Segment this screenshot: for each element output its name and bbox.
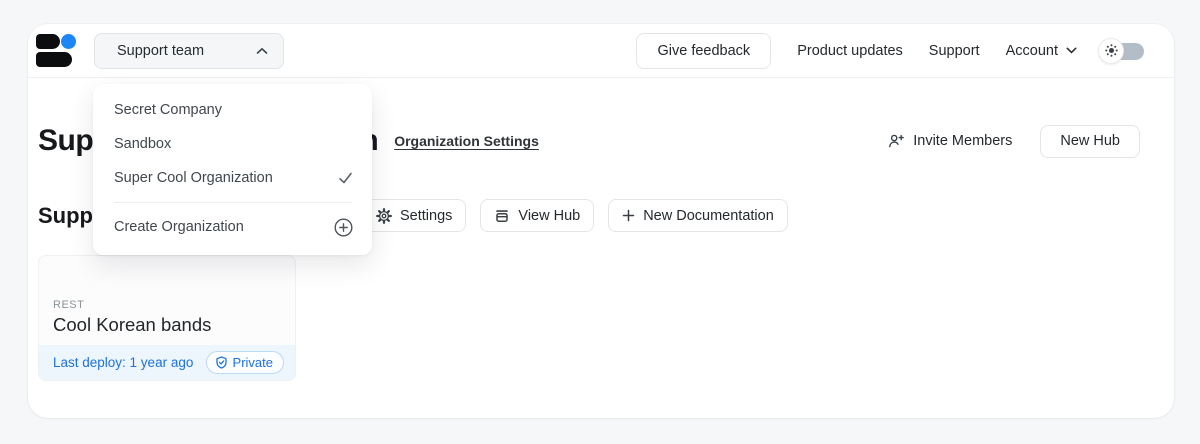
team-selector-label: Support team [117, 43, 204, 59]
hub-icon [494, 208, 510, 224]
give-feedback-label: Give feedback [657, 43, 750, 59]
new-documentation-label: New Documentation [643, 208, 774, 224]
dropdown-divider [114, 202, 352, 203]
project-name: Cool Korean bands [53, 314, 281, 336]
org-menu-item-super-cool-organization[interactable]: Super Cool Organization [93, 161, 372, 195]
private-badge: Private [206, 351, 284, 374]
create-organization-item[interactable]: Create Organization [93, 207, 372, 247]
org-menu-item-label: Secret Company [114, 102, 222, 118]
project-card[interactable]: REST Cool Korean bands Last deploy: 1 ye… [38, 255, 296, 381]
org-menu-item-label: Sandbox [114, 136, 171, 152]
gear-icon [376, 208, 392, 224]
org-menu-item-secret-company[interactable]: Secret Company [93, 93, 372, 127]
project-card-body: REST Cool Korean bands [39, 256, 295, 345]
chevron-up-icon [256, 47, 268, 55]
invite-members-button[interactable]: Invite Members [888, 133, 1012, 149]
nav-link-support[interactable]: Support [929, 43, 980, 59]
create-organization-label: Create Organization [114, 219, 244, 235]
sun-icon [1105, 44, 1118, 57]
person-plus-icon [888, 133, 905, 149]
chevron-down-icon [1066, 47, 1077, 54]
org-menu-item-sandbox[interactable]: Sandbox [93, 127, 372, 161]
app-logo[interactable] [36, 34, 77, 67]
account-menu[interactable]: Account [1006, 43, 1077, 59]
settings-label: Settings [400, 208, 452, 224]
view-hub-label: View Hub [518, 208, 580, 224]
organization-settings-link[interactable]: Organization Settings [394, 133, 539, 149]
view-hub-button[interactable]: View Hub [480, 199, 594, 232]
new-hub-label: New Hub [1060, 133, 1120, 149]
logo-black-block-bottom [36, 52, 72, 67]
nav-link-product-updates[interactable]: Product updates [797, 43, 903, 59]
logo-black-block-top [36, 34, 60, 49]
shield-check-icon [215, 356, 228, 370]
new-hub-button[interactable]: New Hub [1040, 125, 1140, 158]
org-menu-item-label: Super Cool Organization [114, 170, 273, 186]
settings-button[interactable]: Settings [362, 199, 466, 232]
toggle-knob[interactable] [1098, 38, 1124, 64]
invite-members-label: Invite Members [913, 133, 1012, 149]
plus-circle-icon [334, 218, 353, 237]
project-card-footer: Last deploy: 1 year ago Private [39, 345, 295, 380]
top-nav: Support team Give feedback Product updat… [28, 24, 1174, 78]
private-badge-label: Private [233, 355, 273, 370]
give-feedback-button[interactable]: Give feedback [636, 33, 771, 69]
section-actions: Settings View Hub New Documentation [362, 199, 788, 232]
org-dropdown: Secret Company Sandbox Super Cool Organi… [93, 84, 372, 255]
new-documentation-button[interactable]: New Documentation [608, 199, 788, 232]
logo-blue-dot [61, 34, 76, 49]
title-actions: Invite Members New Hub [888, 125, 1140, 158]
account-label: Account [1006, 43, 1058, 59]
team-selector-button[interactable]: Support team [94, 33, 284, 69]
check-icon [338, 171, 353, 185]
last-deploy-text: Last deploy: 1 year ago [53, 355, 193, 370]
project-type-label: REST [53, 299, 281, 311]
theme-toggle[interactable] [1098, 38, 1144, 64]
plus-icon [622, 209, 635, 222]
